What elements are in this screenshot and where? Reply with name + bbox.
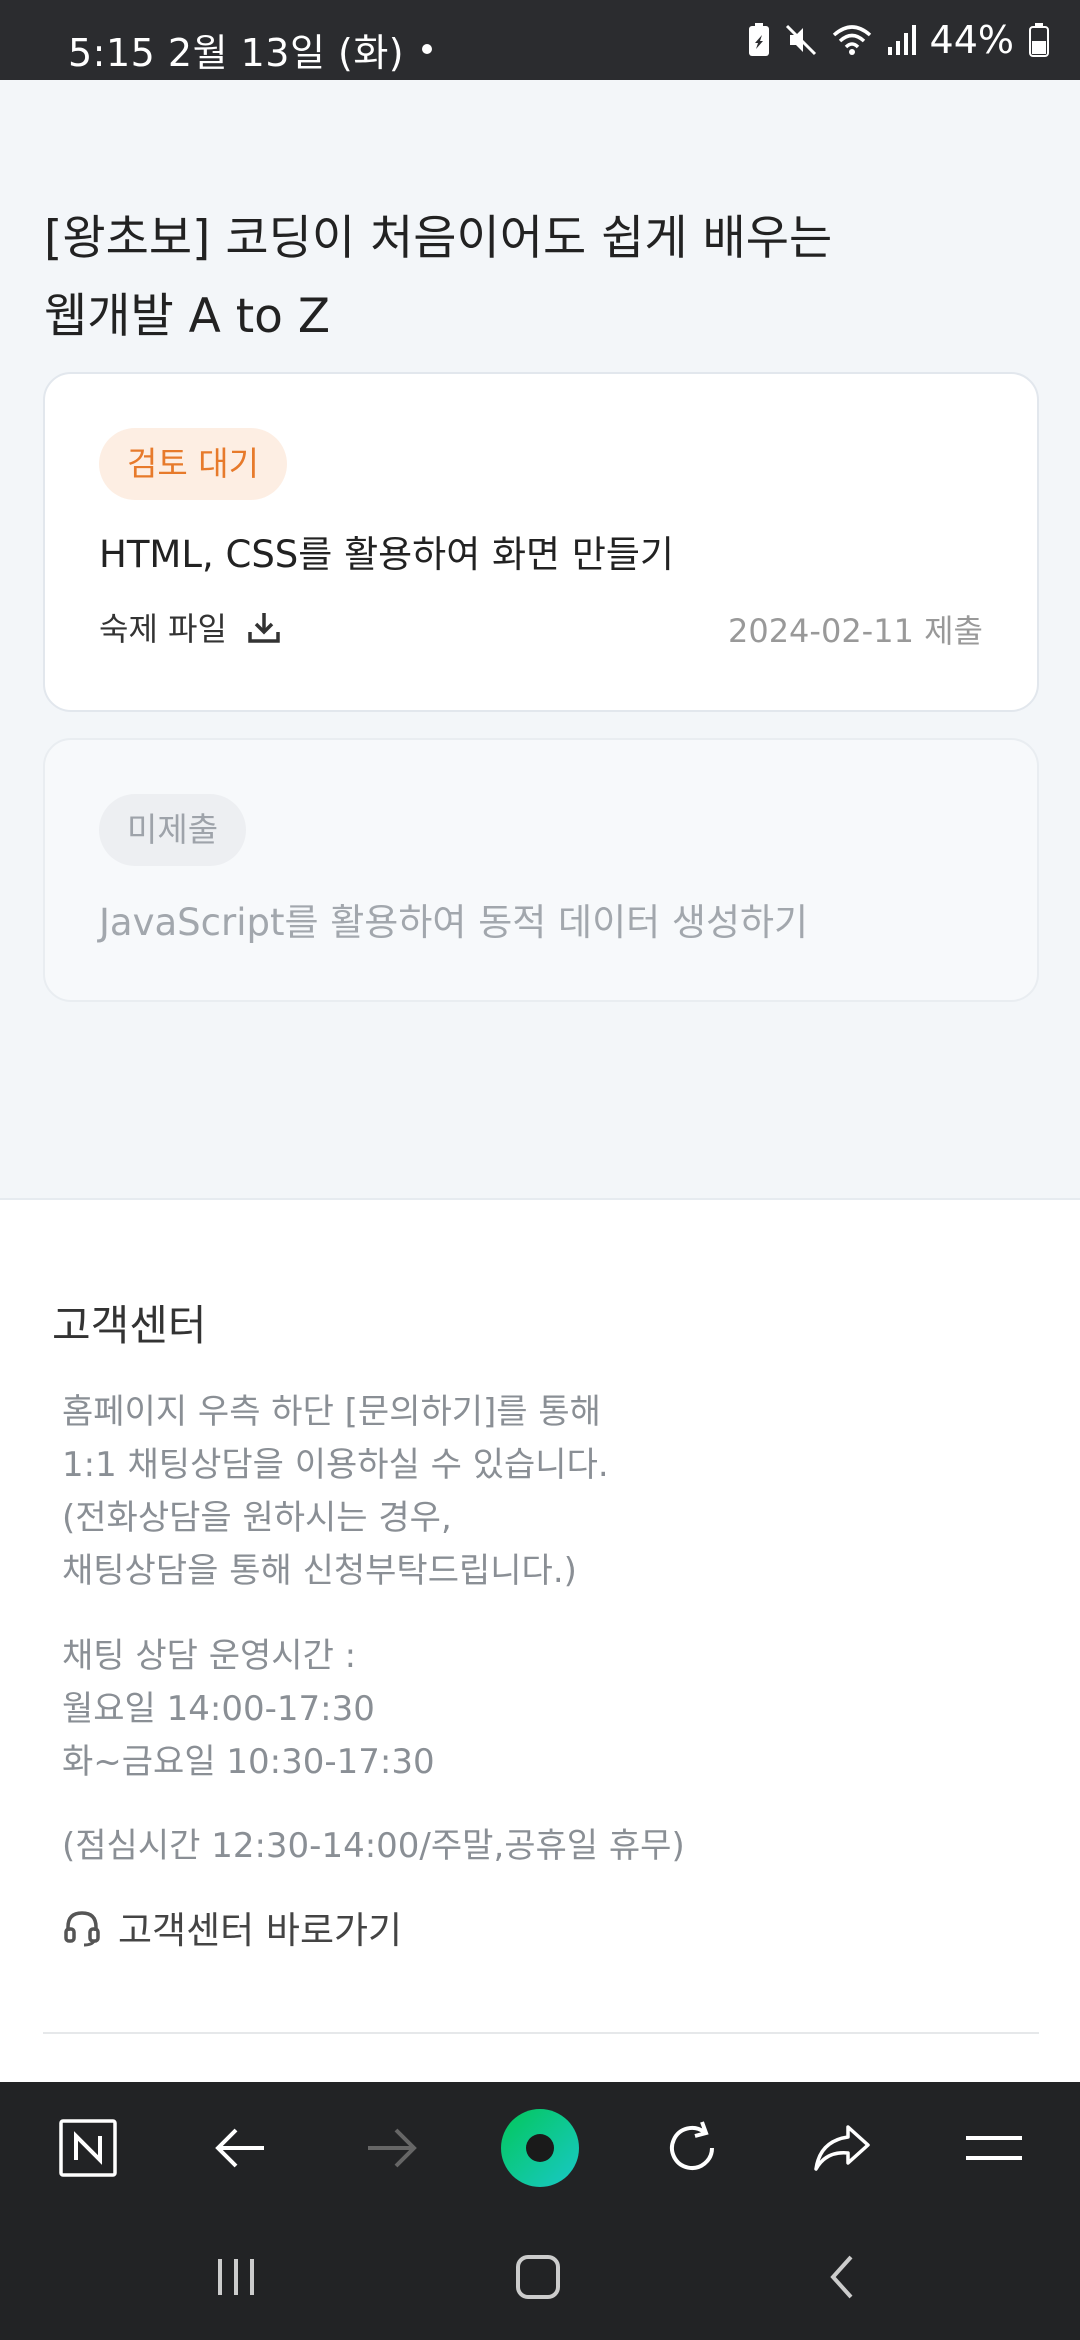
status-badge-unsubmitted: 미제출	[99, 794, 247, 866]
mute-icon	[785, 24, 816, 56]
homework-file-download[interactable]: 숙제 파일	[99, 604, 281, 650]
system-navigation-bar	[0, 2214, 1080, 2340]
naver-home-button[interactable]	[46, 2106, 130, 2190]
assignment-title: HTML, CSS를 활용하여 화면 만들기	[99, 533, 674, 576]
wifi-icon	[832, 25, 871, 55]
back-icon	[830, 2255, 853, 2299]
share-button[interactable]	[800, 2106, 884, 2190]
green-dot-button[interactable]	[498, 2106, 582, 2190]
customer-center-link-label: 고객센터 바로가기	[118, 1909, 403, 1952]
signal-icon	[887, 25, 916, 55]
assignment-title: JavaScript를 활용하여 동적 데이터 생성하기	[99, 901, 809, 944]
recents-button[interactable]	[196, 2242, 276, 2312]
course-title: [왕초보] 코딩이 처음이어도 쉽게 배우는 웹개발 A to Z	[44, 211, 833, 344]
back-button[interactable]	[198, 2106, 282, 2190]
battery-percent: 44%	[929, 18, 1014, 62]
home-icon	[516, 2255, 560, 2299]
battery-saver-icon	[748, 23, 769, 56]
download-icon[interactable]	[247, 610, 281, 644]
naver-n-icon	[59, 2119, 117, 2177]
inquiry-info: 홈페이지 우측 하단 [문의하기]를 통해 1:1 채팅상담을 이용하실 수 있…	[62, 1386, 609, 1598]
customer-center-link[interactable]: 고객센터 바로가기	[62, 1900, 402, 1954]
info-line: 1:1 채팅상담을 이용하실 수 있습니다.	[62, 1445, 609, 1485]
main-content: [왕초보] 코딩이 처음이어도 쉽게 배우는 웹개발 A to Z 검토 대기 …	[0, 80, 1080, 1198]
status-time-date: 5:15 2월 13일 (화)	[68, 31, 405, 75]
menu-button[interactable]	[952, 2106, 1036, 2190]
home-button[interactable]	[498, 2242, 578, 2312]
status-badge-review: 검토 대기	[99, 428, 287, 500]
info-line: 채팅상담을 통해 신청부탁드립니다.)	[62, 1551, 577, 1591]
assignment-card-submitted[interactable]: 검토 대기 HTML, CSS를 활용하여 화면 만들기 숙제 파일 2024-…	[43, 372, 1039, 712]
forward-button[interactable]	[350, 2106, 434, 2190]
recents-icon	[218, 2259, 254, 2295]
back-nav-button[interactable]	[802, 2242, 882, 2312]
battery-icon	[1029, 23, 1049, 57]
status-bar: 5:15 2월 13일 (화) 44%	[0, 0, 1080, 80]
browser-toolbar	[0, 2082, 1080, 2214]
submitted-date: 2024-02-11 제출	[727, 612, 983, 650]
customer-center-heading: 고객센터	[52, 1301, 207, 1350]
hours-line: 화~금요일 10:30-17:30	[62, 1742, 435, 1782]
info-line: 홈페이지 우측 하단 [문의하기]를 통해	[62, 1392, 601, 1432]
chat-hours: 채팅 상담 운영시간 : 월요일 14:00-17:30 화~금요일 10:30…	[62, 1630, 435, 1789]
homework-file-label: 숙제 파일	[99, 610, 227, 648]
green-dot-icon	[501, 2109, 579, 2187]
refresh-icon	[670, 2121, 714, 2170]
forward-arrow-icon	[368, 2128, 417, 2168]
refresh-button[interactable]	[650, 2106, 734, 2190]
hours-line: 월요일 14:00-17:30	[62, 1689, 375, 1729]
share-icon	[814, 2125, 870, 2171]
lunch-hours: (점심시간 12:30-14:00/주말,공휴일 휴무)	[62, 1826, 685, 1866]
back-arrow-icon	[215, 2128, 264, 2168]
customer-center-footer: 고객센터 홈페이지 우측 하단 [문의하기]를 통해 1:1 채팅상담을 이용하…	[0, 1198, 1080, 2082]
info-line: (전화상담을 원하시는 경우,	[62, 1498, 452, 1538]
divider	[43, 2032, 1039, 2034]
status-icons: 44%	[748, 18, 1050, 62]
hours-line: 채팅 상담 운영시간 :	[62, 1636, 357, 1676]
notification-dot	[422, 44, 432, 54]
assignment-card-unsubmitted[interactable]: 미제출 JavaScript를 활용하여 동적 데이터 생성하기	[43, 738, 1039, 1002]
menu-icon	[966, 2136, 1022, 2160]
headset-icon	[64, 1911, 100, 1947]
